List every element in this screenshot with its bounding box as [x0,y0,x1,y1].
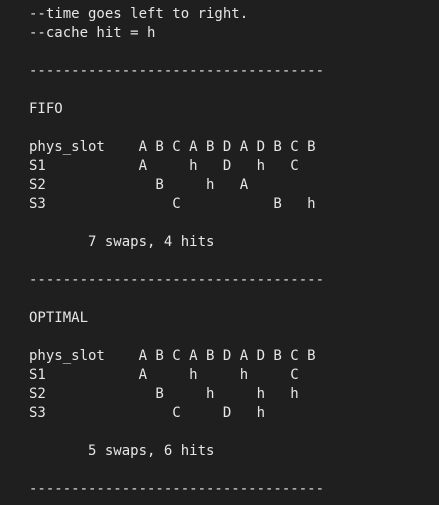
comment-line: --time goes left to right. [29,6,249,22]
fifo-header-row: phys_slot A B C A B D A D B C B [29,139,316,155]
separator-line: ----------------------------------- [29,481,325,497]
fifo-row-s2: S2 B h A [29,177,249,193]
optimal-summary: 5 swaps, 6 hits [29,443,215,459]
optimal-row-s2: S2 B h h h [29,386,299,402]
comment-line: --cache hit = h [29,25,156,41]
optimal-header-row: phys_slot A B C A B D A D B C B [29,348,316,364]
optimal-row-s3: S3 C D h [29,405,266,421]
optimal-row-s1: S1 A h h C [29,367,299,383]
section-title-fifo: FIFO [29,101,63,117]
separator-line: ----------------------------------- [29,272,325,288]
section-title-optimal: OPTIMAL [29,310,89,326]
separator-line: ----------------------------------- [29,63,325,79]
fifo-row-s1: S1 A h D h C [29,158,299,174]
fifo-summary: 7 swaps, 4 hits [29,234,215,250]
terminal-output: --time goes left to right. --cache hit =… [0,0,439,505]
fifo-row-s3: S3 C B h [29,196,316,212]
